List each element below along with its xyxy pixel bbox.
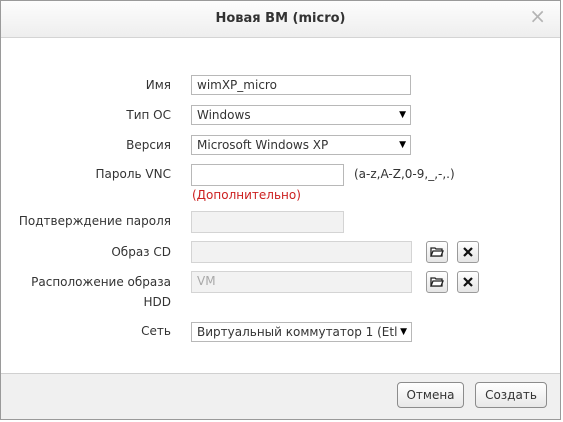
cd-browse-button[interactable]	[426, 241, 448, 263]
version-select[interactable]: Microsoft Windows XP ▼	[191, 135, 411, 155]
hdd-location-label-line2: HDD	[143, 295, 171, 309]
create-button[interactable]: Создать	[475, 382, 547, 408]
hdd-clear-button[interactable]	[457, 271, 479, 293]
dropdown-arrow-icon: ▼	[399, 110, 406, 120]
network-label: Сеть	[141, 324, 171, 338]
os-type-value: Windows	[197, 108, 251, 122]
network-select[interactable]: Виртуальный коммутатор 1 (Etl ▼	[191, 322, 412, 342]
password-confirm-label: Подтверждение пароля	[18, 214, 171, 228]
dropdown-arrow-icon: ▼	[399, 140, 406, 150]
password-confirm-input	[191, 211, 344, 233]
optional-note: (Дополнительно)	[192, 188, 301, 202]
hdd-location-label-line1: Расположение образа	[31, 275, 171, 289]
close-x-icon	[463, 247, 473, 257]
hdd-location-input: VM	[191, 271, 412, 293]
dropdown-arrow-icon: ▼	[400, 327, 407, 337]
dialog-title: Новая ВМ (micro)	[215, 11, 346, 26]
dialog-footer: Отмена Создать	[1, 373, 560, 419]
hdd-browse-button[interactable]	[426, 271, 448, 293]
cancel-button[interactable]: Отмена	[397, 382, 464, 408]
cd-image-label: Образ CD	[111, 245, 171, 259]
cd-clear-button[interactable]	[457, 241, 479, 263]
close-icon[interactable]: ×	[529, 5, 546, 27]
name-input[interactable]: wimXP_micro	[191, 75, 411, 95]
version-label: Версия	[126, 138, 171, 152]
cd-image-input	[191, 241, 412, 263]
os-type-select[interactable]: Windows ▼	[191, 105, 411, 125]
vnc-password-hint: (a-z,A-Z,0-9,_,-,.)	[354, 167, 455, 181]
new-vm-dialog: Новая ВМ (micro) × Имя wimXP_micro Тип О…	[0, 0, 561, 420]
hdd-location-label: Расположение образа HDD	[1, 274, 171, 310]
close-x-icon	[463, 277, 473, 287]
folder-icon	[430, 247, 444, 257]
vnc-password-label: Пароль VNC	[95, 167, 171, 181]
dialog-titlebar: Новая ВМ (micro) ×	[1, 1, 560, 38]
network-value: Виртуальный коммутатор 1 (Etl	[197, 325, 398, 339]
name-label: Имя	[145, 78, 171, 92]
version-value: Microsoft Windows XP	[197, 138, 329, 152]
vnc-password-input[interactable]	[191, 164, 344, 186]
folder-icon	[430, 277, 444, 287]
os-type-label: Тип ОС	[126, 108, 171, 122]
